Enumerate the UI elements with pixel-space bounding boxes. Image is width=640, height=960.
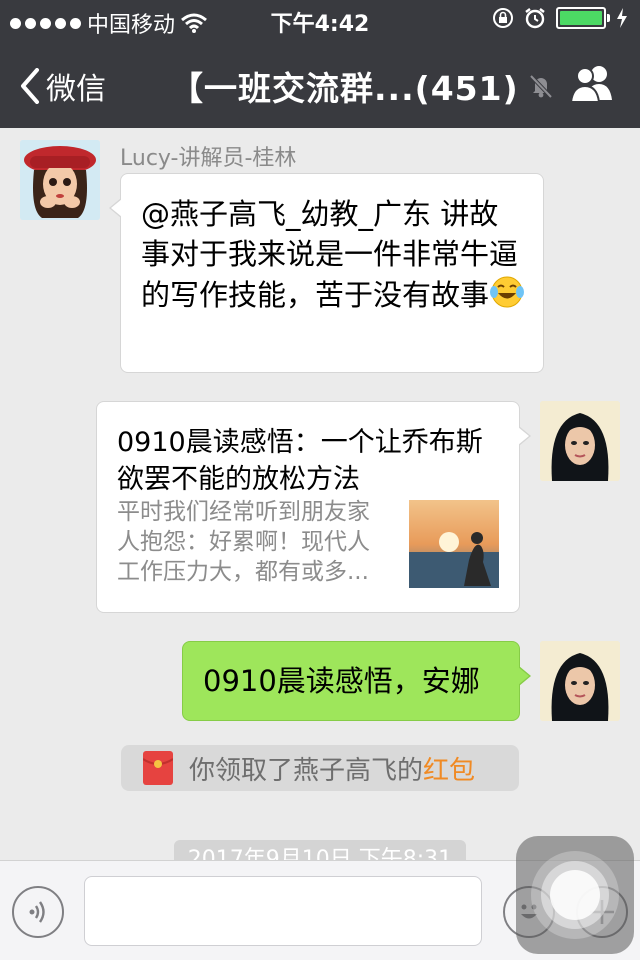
cartoon-girl-avatar-icon [20, 140, 100, 220]
notice-text: 你领取了燕子高飞的 [189, 755, 424, 786]
my-avatar[interactable] [540, 641, 620, 721]
group-info-button[interactable] [568, 64, 616, 108]
user-photo-avatar-icon [540, 401, 620, 481]
navigation-bar: 微信 【一班交流群...(451) [0, 40, 640, 128]
rotation-lock-icon [493, 8, 513, 28]
link-description: 平时我们经常听到朋友家人抱怨：好累啊！现代人工作压力大，都有或多... [117, 499, 370, 585]
sender-avatar[interactable] [20, 140, 100, 220]
group-members-icon [569, 66, 612, 103]
user-photo-avatar-icon [540, 641, 620, 721]
status-bar: 中国移动 下午4:42 [0, 0, 640, 40]
message-text: 0910晨读感悟，安娜 [203, 664, 480, 698]
link-title: 0910晨读感悟：一个让乔布斯欲罢不能的放松方法 [117, 427, 483, 495]
message-list[interactable]: Lucy-讲解员-桂林 @燕子高飞_幼教_广东 讲故事对于我来说是一件非常牛逼的… [0, 128, 640, 860]
chat-title-text: 【一班交流群...(451) [170, 69, 519, 108]
alarm-icon [525, 8, 545, 29]
battery-icon [556, 7, 610, 29]
chevron-left-icon [21, 68, 39, 104]
link-thumbnail-icon [409, 500, 499, 588]
assistive-touch-button[interactable] [516, 836, 634, 954]
my-message-bubble[interactable]: 0910晨读感悟，安娜 [182, 641, 531, 721]
red-packet-notice: 你领取了燕子高飞的红包 [121, 745, 519, 791]
my-avatar[interactable] [540, 401, 620, 481]
message-bubble[interactable]: @燕子高飞_幼教_广东 讲故事对于我来说是一件非常牛逼的写作技能，苦于没有故事 [109, 173, 544, 373]
timestamp-label: 2017年9月10日 下午8:31 [174, 840, 466, 860]
message-input[interactable] [84, 876, 482, 946]
mute-icon [529, 74, 553, 99]
message-text: @燕子高飞_幼教_广东 讲故事对于我来说是一件非常牛逼的写作技能，苦于没有故事 [141, 197, 519, 312]
top-bar: 中国移动 下午4:42 微信 【一班交流群...(451) [0, 0, 640, 128]
tears-of-joy-emoji-icon [489, 274, 525, 320]
voice-icon [29, 901, 45, 923]
back-button[interactable]: 微信 [20, 64, 106, 108]
voice-toggle-button[interactable] [12, 886, 64, 938]
link-card[interactable]: 0910晨读感悟：一个让乔布斯欲罢不能的放松方法 平时我们经常听到朋友家人抱怨：… [96, 401, 531, 613]
charging-icon [617, 8, 627, 28]
red-packet-link[interactable]: 红包 [423, 756, 475, 786]
chat-title: 【一班交流群...(451) [170, 62, 553, 110]
sender-name: Lucy-讲解员-桂林 [120, 146, 297, 171]
back-label: 微信 [46, 72, 106, 107]
red-packet-icon [143, 751, 173, 785]
